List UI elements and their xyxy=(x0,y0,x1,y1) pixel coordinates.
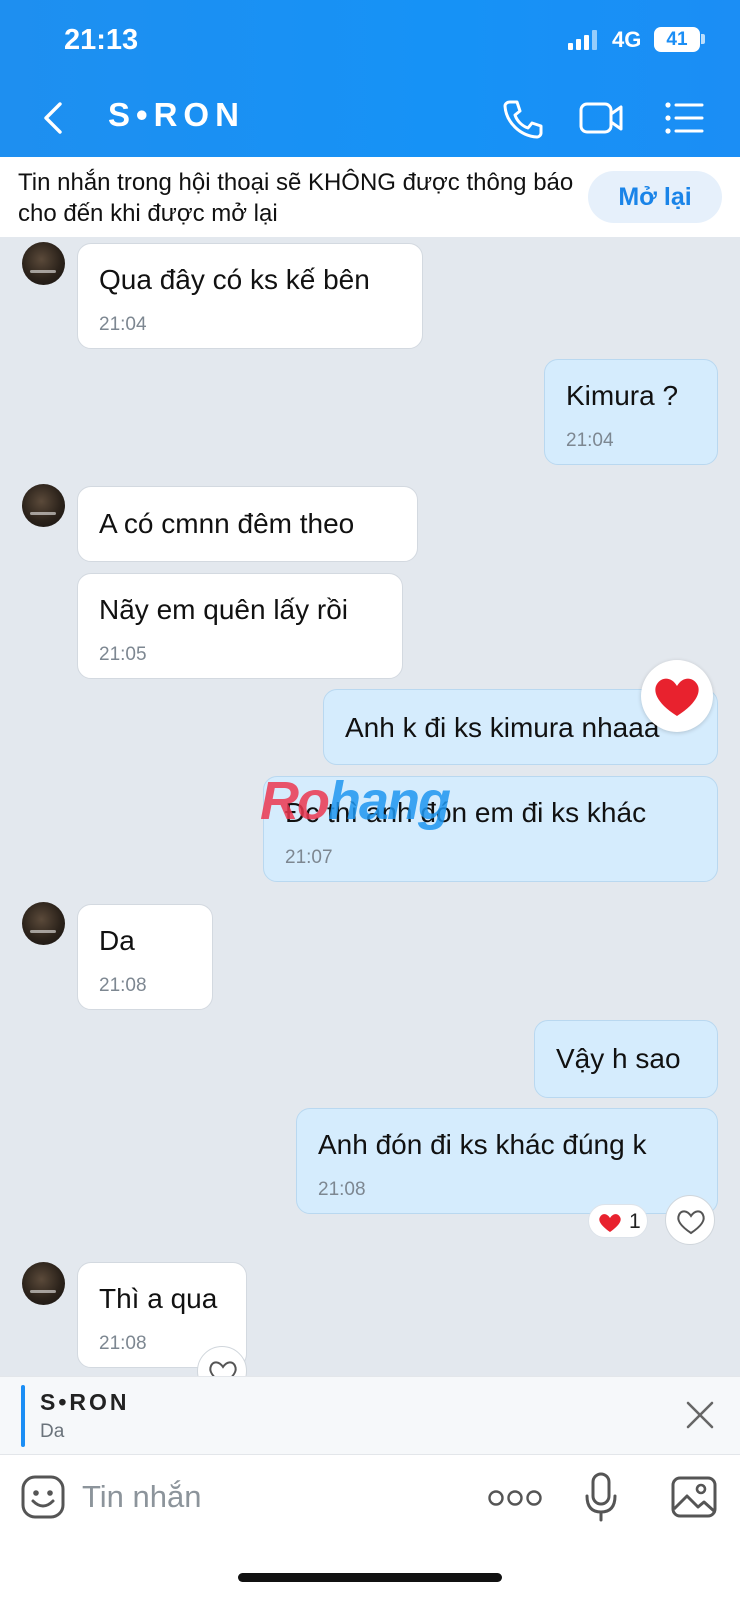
more-options-icon[interactable] xyxy=(488,1489,542,1507)
message-input[interactable] xyxy=(82,1469,462,1525)
message-text: Da xyxy=(99,925,135,956)
message-text: Qua đây có ks kế bên xyxy=(99,264,370,295)
message-bubble-incoming[interactable]: Qua đây có ks kế bên 21:04 xyxy=(77,243,423,349)
chat-title[interactable]: S•RON xyxy=(108,96,245,134)
reply-message: Da xyxy=(40,1421,65,1442)
message-time: 21:08 xyxy=(99,975,147,996)
mute-banner: Tin nhắn trong hội thoại sẽ KHÔNG được t… xyxy=(0,157,740,237)
message-text: Kimura ? xyxy=(566,380,679,411)
message-bubble-outgoing[interactable]: Kimura ? 21:04 xyxy=(544,359,718,465)
home-indicator xyxy=(238,1573,502,1582)
battery-tip xyxy=(701,34,705,44)
message-time: 21:04 xyxy=(99,314,147,335)
reaction-count: 1 xyxy=(629,1210,641,1233)
microphone-icon[interactable] xyxy=(584,1471,618,1523)
reopen-button[interactable]: Mở lại xyxy=(588,171,722,223)
message-text: Đc thì anh đón em đi ks khác xyxy=(285,797,647,828)
message-bubble-incoming[interactable]: Nãy em quên lấy rồi 21:05 xyxy=(77,573,403,679)
battery-icon: 41 xyxy=(654,27,700,52)
message-text: A có cmnn đêm theo xyxy=(99,508,355,539)
message-time: 21:08 xyxy=(318,1179,366,1200)
react-button[interactable] xyxy=(665,1195,715,1245)
status-time: 21:13 xyxy=(64,24,139,56)
heart-reaction-icon[interactable] xyxy=(641,660,713,732)
message-time: 21:05 xyxy=(99,644,147,665)
back-icon[interactable] xyxy=(38,98,68,138)
avatar[interactable] xyxy=(22,902,65,945)
chat-header: 21:13 4G 41 S•RON xyxy=(0,0,740,157)
image-icon[interactable] xyxy=(670,1475,718,1519)
composer xyxy=(0,1454,740,1600)
message-bubble-outgoing[interactable]: Anh đón đi ks khác đúng k 21:08 xyxy=(296,1108,718,1214)
message-bubble-outgoing[interactable]: Đc thì anh đón em đi ks khác 21:07 xyxy=(263,776,718,882)
phone-call-icon[interactable] xyxy=(500,96,546,140)
mute-banner-text: Tin nhắn trong hội thoại sẽ KHÔNG được t… xyxy=(18,169,574,227)
message-time: 21:07 xyxy=(285,847,333,868)
sticker-icon[interactable] xyxy=(20,1474,66,1520)
avatar[interactable] xyxy=(22,242,65,285)
message-time: 21:04 xyxy=(566,430,614,451)
close-icon[interactable] xyxy=(684,1399,716,1431)
menu-icon[interactable] xyxy=(662,96,708,140)
video-call-icon[interactable] xyxy=(578,96,624,140)
message-text: Thì a qua xyxy=(99,1283,218,1314)
message-bubble-incoming[interactable]: A có cmnn đêm theo xyxy=(77,486,418,562)
message-text: Anh k đi ks kimura nhaaa xyxy=(345,712,660,743)
reply-sender: S•RON xyxy=(40,1389,130,1415)
reply-preview: S•RON Da xyxy=(0,1376,740,1454)
reply-accent-bar xyxy=(21,1385,25,1447)
message-bubble-incoming[interactable]: Da 21:08 xyxy=(77,904,213,1010)
message-text: Nãy em quên lấy rồi xyxy=(99,594,349,625)
message-text: Vậy h sao xyxy=(556,1043,681,1074)
network-type: 4G xyxy=(612,27,642,52)
heart-icon xyxy=(599,1214,621,1232)
avatar[interactable] xyxy=(22,484,65,527)
signal-icon xyxy=(568,30,598,50)
avatar[interactable] xyxy=(22,1262,65,1305)
message-time: 21:08 xyxy=(99,1333,147,1354)
message-bubble-outgoing[interactable]: Vậy h sao xyxy=(534,1020,718,1098)
heart-outline-icon xyxy=(677,1210,705,1235)
reaction-summary[interactable]: 1 xyxy=(588,1204,648,1238)
message-text: Anh đón đi ks khác đúng k xyxy=(318,1129,647,1160)
